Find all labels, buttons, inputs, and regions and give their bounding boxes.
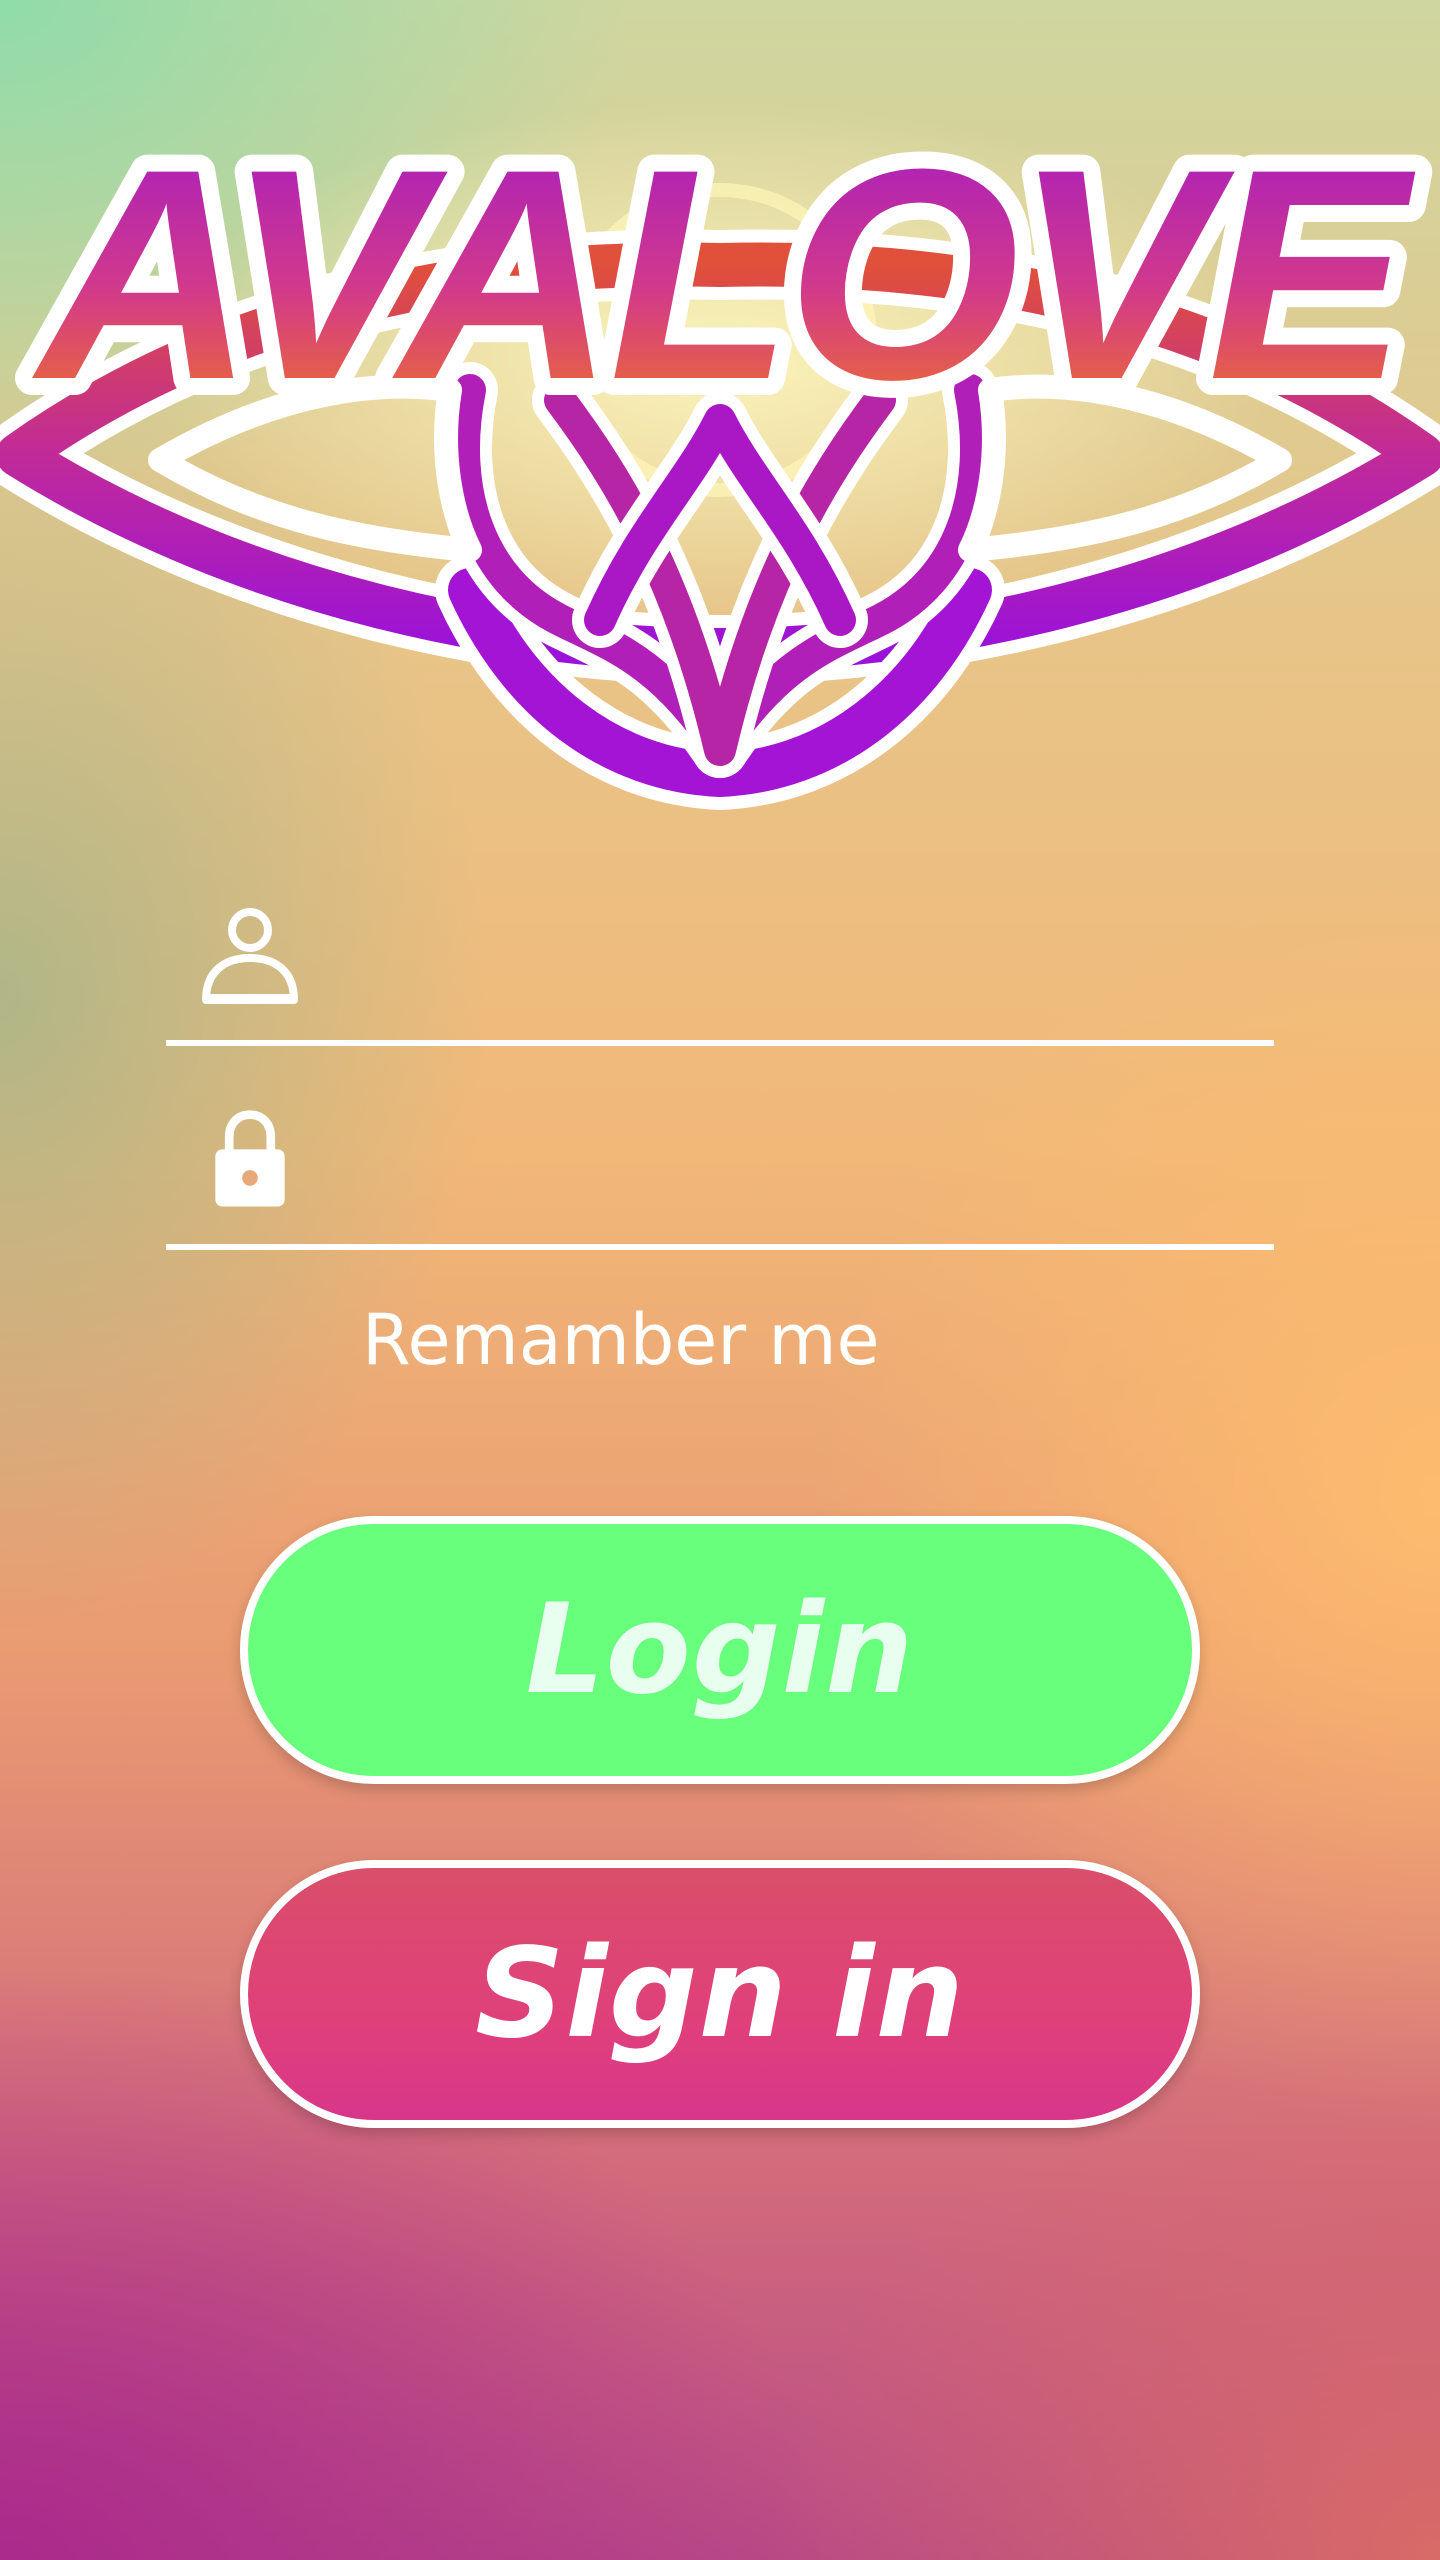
sign-in-button-label: Sign in (475, 1922, 965, 2066)
sign-in-button[interactable]: Sign in (240, 1860, 1200, 2128)
password-input[interactable] (336, 1122, 1254, 1224)
lock-icon (198, 1106, 302, 1210)
password-field[interactable] (166, 1100, 1274, 1250)
remember-me-label[interactable]: Remamber me (362, 1290, 880, 1390)
logo-wordmark: AVALOVE (29, 106, 1419, 442)
username-input[interactable] (336, 918, 1254, 1020)
username-field[interactable] (166, 896, 1274, 1046)
user-icon (198, 902, 302, 1006)
login-button[interactable]: Login (240, 1516, 1200, 1784)
login-button-label: Login (525, 1578, 915, 1722)
app-logo: AVALOVE AVALOVE (0, 60, 1440, 820)
